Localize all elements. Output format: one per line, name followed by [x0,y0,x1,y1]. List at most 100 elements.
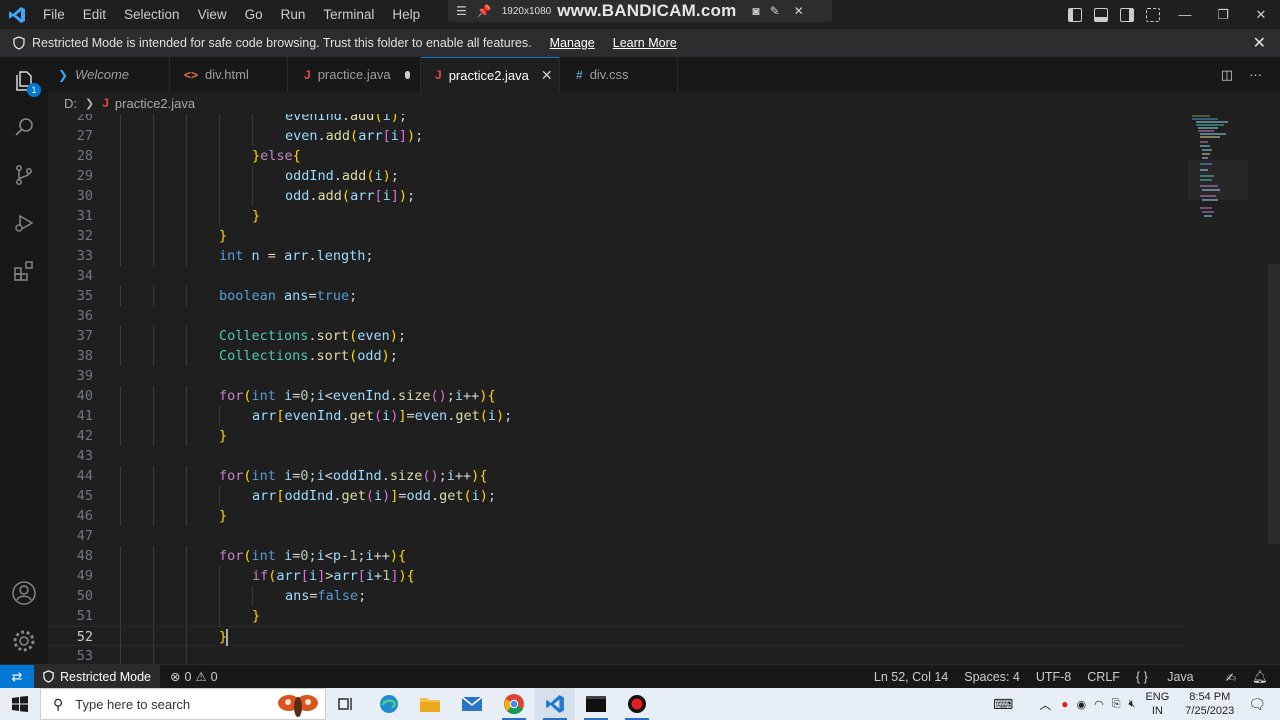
windows-start-icon[interactable] [0,688,40,720]
code-line[interactable]: 41 arr[evenInd.get(i)]=even.get(i); [48,406,1188,426]
menu-selection[interactable]: Selection [115,0,189,29]
menu-file[interactable]: File [34,0,74,29]
breadcrumb-drive[interactable]: D: [64,96,77,111]
tab-practice2-java[interactable]: J practice2.java ✕ [421,57,560,92]
volume-muted-icon[interactable]: 🔇︎ [1129,698,1136,711]
tab-div-html[interactable]: <> div.html [170,57,288,92]
unsaved-dot-icon[interactable] [404,70,410,79]
code-line[interactable]: 42} [48,426,1188,446]
code-line[interactable]: 53 [48,646,1188,664]
indent-guide [186,126,187,146]
extensions-icon[interactable] [0,247,48,295]
more-actions-icon[interactable]: ··· [1249,67,1262,82]
banner-close-icon[interactable]: ✕ [1253,33,1266,53]
code-line[interactable]: 38 Collections.sort(odd); [48,346,1188,366]
explorer-icon[interactable]: 1 [0,57,48,105]
code-line[interactable]: 45 arr[oddInd.get(i)]=odd.get(i); [48,486,1188,506]
code-line[interactable]: 26 evenInd.add(i); [48,114,1188,126]
activity-bar: 1 [0,57,48,664]
menu-go[interactable]: Go [236,0,272,29]
app-tray-icon[interactable]: ◉ [1076,698,1086,711]
code-line[interactable]: 35 boolean ans=true; [48,286,1188,306]
code-line[interactable]: 51} [48,606,1188,626]
accounts-icon[interactable] [0,569,48,617]
code-line[interactable]: 49 if(arr[i]>arr[i+1]){ [48,566,1188,586]
restricted-mode-status[interactable]: Restricted Mode [34,664,161,689]
code-line[interactable]: 39 [48,366,1188,386]
code-line[interactable]: 34 [48,266,1188,286]
manage-gear-icon[interactable] [0,617,48,665]
language-mode[interactable]: { } Java [1136,670,1210,684]
language-indicator[interactable]: ENG IN [1145,690,1169,718]
remote-indicator-icon[interactable]: ⇄ [0,664,34,689]
code-line[interactable]: 29 oddInd.add(i); [48,166,1188,186]
file-explorer-icon[interactable] [410,688,450,720]
code-line[interactable]: 30 odd.add(arr[i]); [48,186,1188,206]
toggle-secondary-sidebar-icon[interactable] [1120,7,1134,22]
code-line[interactable]: 50 ans=false; [48,586,1188,606]
code-line[interactable]: 31} [48,206,1188,226]
split-editor-icon[interactable]: ◫ [1221,67,1233,83]
code-line[interactable]: 52} [48,626,1188,647]
encoding[interactable]: UTF-8 [1036,670,1071,684]
tab-close-icon[interactable]: ✕ [541,67,553,84]
edge-icon[interactable] [369,688,409,720]
menu-help[interactable]: Help [383,0,429,29]
chevron-up-icon[interactable]: ︿ [1039,696,1051,713]
manage-link[interactable]: Manage [550,36,595,50]
code-line[interactable]: 33 int n = arr.length; [48,246,1188,266]
problems-indicator[interactable]: ⊗ 0 ⚠ 0 [170,669,218,685]
search-highlight-icon[interactable] [275,691,321,719]
menu-terminal[interactable]: Terminal [314,0,383,29]
breadcrumb-file[interactable]: practice2.java [115,96,195,111]
code-line[interactable]: 27 even.add(arr[i]); [48,126,1188,146]
run-debug-icon[interactable] [0,199,48,247]
code-line[interactable]: 40 for(int i=0;i<evenInd.size();i++){ [48,386,1188,406]
feedback-icon[interactable]: ✍ [1226,670,1236,685]
minimap[interactable] [1188,114,1248,224]
source-control-icon[interactable] [0,151,48,199]
code-line[interactable]: 36 [48,306,1188,326]
notifications-bell-icon[interactable]: 🔔︎ [1252,670,1268,685]
mail-icon[interactable] [452,688,492,720]
code-line[interactable]: 43 [48,446,1188,466]
customize-layout-icon[interactable] [1146,7,1160,22]
terminal-icon[interactable] [576,688,616,720]
window-close-icon[interactable]: ✕ [1242,0,1280,29]
toggle-primary-sidebar-icon[interactable] [1068,7,1082,22]
code-editor[interactable]: 26 evenInd.add(i); 27 even.add(arr[i]); 28}e… [48,114,1280,664]
maximize-icon[interactable]: ❐ [1204,0,1242,29]
indentation[interactable]: Spaces: 4 [964,670,1020,684]
toggle-panel-icon[interactable] [1094,7,1108,22]
code-line[interactable]: 46} [48,506,1188,526]
code-line[interactable]: 48 for(int i=0;i<p-1;i++){ [48,546,1188,566]
record-icon[interactable] [617,688,657,720]
keyboard-icon[interactable]: ⌨ [993,696,1013,713]
notification-center-icon[interactable]: 🗨︎ [1248,696,1266,713]
code-line[interactable]: 32} [48,226,1188,246]
code-line[interactable]: 44 for(int i=0;i<oddInd.size();i++){ [48,466,1188,486]
minimize-icon[interactable]: — [1166,0,1204,29]
menu-edit[interactable]: Edit [74,0,115,29]
search-icon[interactable] [0,103,48,151]
vscode-taskbar-icon[interactable] [535,688,575,720]
cursor-position[interactable]: Ln 52, Col 14 [874,670,948,684]
task-view-icon[interactable] [326,688,366,720]
network-icon[interactable]: ⎘ [1112,698,1121,711]
menu-view[interactable]: View [189,0,236,29]
menu-run[interactable]: Run [272,0,315,29]
taskbar-search[interactable]: ⚲ Type here to search [40,688,326,720]
editor-scrollbar[interactable] [1268,264,1280,544]
tab-practice-java[interactable]: J practice.java [288,57,421,92]
code-line[interactable]: 28}else{ [48,146,1188,166]
record-indicator-icon[interactable]: ● [1061,697,1068,711]
code-line[interactable]: 47 [48,526,1188,546]
learn-more-link[interactable]: Learn More [613,36,677,50]
code-line[interactable]: 37 Collections.sort(even); [48,326,1188,346]
tab-div-css[interactable]: # div.css [560,57,678,92]
end-of-line[interactable]: CRLF [1087,670,1120,684]
tab-welcome[interactable]: ❯ Welcome [48,57,170,92]
wifi-icon[interactable]: ◠ [1094,698,1104,711]
clock[interactable]: 8:54 PM 7/25/2023 [1185,690,1234,718]
chrome-icon[interactable] [494,688,534,720]
